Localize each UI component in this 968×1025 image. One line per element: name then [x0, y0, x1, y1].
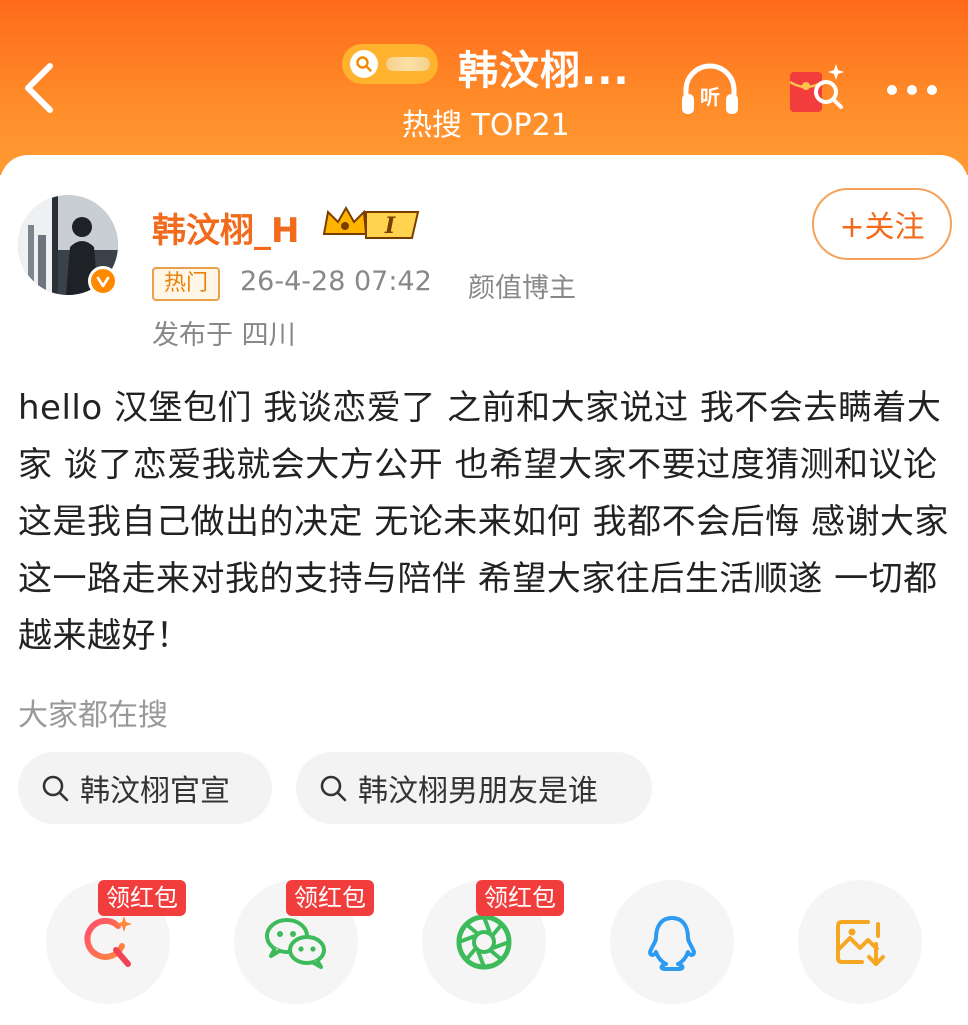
back-button[interactable] [18, 58, 58, 118]
red-packet-badge: 领红包 [286, 880, 374, 916]
author-category: 颜值博主 [468, 273, 576, 304]
save-image-icon [836, 920, 885, 966]
qq-icon [648, 916, 696, 971]
post-content: hello 汉堡包们 我谈恋爱了 之前和大家说过 我不会去瞒着大家 谈了恋爱我就… [18, 388, 949, 656]
chevron-left-icon [25, 63, 53, 113]
wechat-icon [265, 918, 326, 969]
member-crown-icon[interactable]: I [322, 204, 422, 244]
search-icon [318, 773, 348, 803]
moments-icon [456, 914, 512, 970]
hot-tag: 热门 [152, 267, 221, 301]
hot-search-pill[interactable] [342, 44, 438, 84]
listen-label: 听 [700, 85, 720, 109]
search-icon [350, 50, 378, 78]
related-search-chip[interactable]: 韩汶栩官宣 [18, 752, 272, 824]
blurred-text [386, 57, 430, 71]
post-timestamp: 26-4-28 07:42 [240, 266, 432, 297]
top-bar: 韩汶栩... 热搜 TOP21 听 [0, 0, 968, 175]
search-icon [40, 773, 70, 803]
verified-badge-icon [88, 266, 118, 296]
more-button[interactable] [880, 58, 944, 122]
red-envelope-button[interactable] [784, 58, 848, 122]
share-save-image[interactable] [798, 880, 922, 1004]
follow-button[interactable]: +关注 [812, 188, 952, 260]
related-search-label: 大家都在搜 [18, 698, 168, 733]
chip-label: 韩汶栩官宣 [80, 774, 230, 809]
red-packet-badge: 领红包 [98, 880, 186, 916]
level-badge-text: I [384, 213, 396, 239]
post-location: 发布于 四川 [152, 320, 296, 351]
headphones-icon: 听 [682, 63, 738, 114]
username[interactable]: 韩汶栩_H [152, 203, 299, 252]
red-packet-badge: 领红包 [476, 880, 564, 916]
weibo-search-icon [84, 916, 132, 967]
listen-button[interactable]: 听 [678, 58, 742, 122]
chip-label: 韩汶栩男朋友是谁 [358, 774, 598, 809]
hot-rank-subtitle: 热搜 TOP21 [402, 108, 570, 143]
more-dots-icon [887, 85, 937, 95]
related-search-chip[interactable]: 韩汶栩男朋友是谁 [296, 752, 652, 824]
share-qq[interactable] [610, 880, 734, 1004]
red-envelope-search-icon [789, 64, 844, 112]
page-title: 韩汶栩... [458, 48, 630, 94]
